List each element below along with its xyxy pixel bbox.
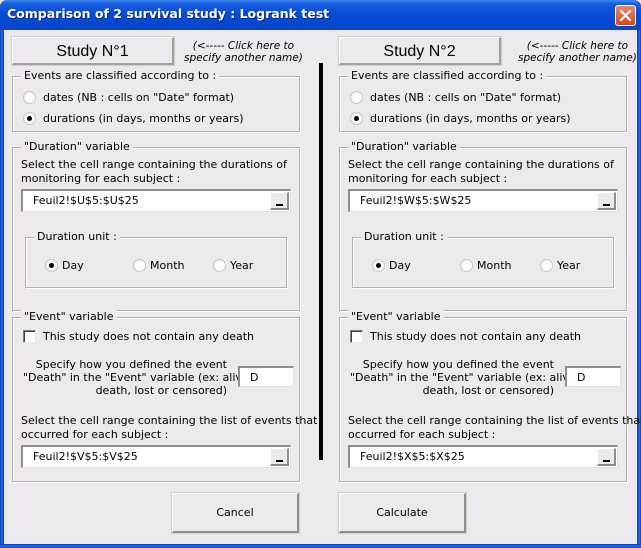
dialog-window: Comparison of 2 survival study : Logrank… — [0, 0, 641, 548]
study-1-duration-unit-group: Duration unit : Day Month Year — [25, 230, 287, 288]
study-2-duration-range-field — [348, 189, 618, 212]
duration-group-label: "Duration" variable — [348, 140, 460, 153]
duration-instruction-line-1: Select the cell range containing the dur… — [21, 158, 287, 171]
radio-dates-label: dates (NB : cells on "Date" format) — [43, 91, 235, 104]
collapse-dialog-icon — [603, 204, 610, 206]
study-2-classification-group: Events are classified according to : dat… — [339, 69, 627, 132]
study-2-name-button[interactable]: Study N°2 — [338, 36, 502, 66]
calculate-button[interactable]: Calculate — [338, 492, 467, 534]
window-frame-bottom — [0, 544, 641, 548]
collapse-dialog-icon — [603, 460, 610, 462]
study-2-radio-dates[interactable] — [350, 91, 363, 104]
study-1-radio-day[interactable] — [45, 259, 58, 272]
radio-day-label: Day — [62, 259, 84, 272]
study-1-duration-range-input[interactable] — [23, 191, 269, 210]
death-def-line-2: "Death" in the "Event" variable (ex: ali… — [23, 371, 253, 384]
study-2-event-group: "Event" variable This study does not con… — [339, 310, 641, 482]
study-1-duration-group: "Duration" variable Select the cell rang… — [12, 140, 300, 311]
study-2-events-range-field — [348, 445, 618, 468]
death-def-line-2: "Death" in the "Event" variable (ex: ali… — [350, 371, 580, 384]
collapse-dialog-icon — [276, 460, 283, 462]
events-instruction-line-1: Select the cell range containing the lis… — [348, 414, 641, 427]
no-death-checkbox-label: This study does not contain any death — [43, 330, 255, 343]
study-2-death-definition-label: Specify how you defined the event "Death… — [350, 358, 580, 397]
study-1-events-range-input[interactable] — [23, 447, 269, 466]
study-2-name-hint: (<----- Click here to specify another na… — [518, 40, 637, 64]
duration-group-label: "Duration" variable — [21, 140, 133, 153]
study-1-death-definition-label: Specify how you defined the event "Death… — [23, 358, 253, 397]
duration-instruction-line-2: monitoring for each subject : — [21, 172, 181, 185]
study-separator — [319, 63, 323, 460]
dialog-client-area: Study N°1 (<----- Click here to specify … — [4, 30, 641, 544]
study-2-duration-unit-group: Duration unit : Day Month Year — [352, 230, 614, 288]
study-2-events-range-collapse-button[interactable] — [597, 448, 616, 466]
classification-group-label: Events are classified according to : — [21, 69, 220, 82]
hint-line-1: (<----- Click here to — [526, 40, 629, 52]
radio-day-label: Day — [389, 259, 411, 272]
cancel-button[interactable]: Cancel — [171, 492, 300, 534]
radio-dates-label: dates (NB : cells on "Date" format) — [370, 91, 562, 104]
close-x-icon — [619, 9, 632, 22]
study-1-events-range-collapse-button[interactable] — [270, 448, 289, 466]
study-2-radio-day[interactable] — [372, 259, 385, 272]
radio-month-label: Month — [477, 259, 512, 272]
window-frame-right — [637, 30, 641, 548]
duration-instruction-line-1: Select the cell range containing the dur… — [348, 158, 614, 171]
study-2-events-range-input[interactable] — [350, 447, 596, 466]
study-2-death-code-input[interactable] — [565, 366, 621, 387]
radio-year-label: Year — [230, 259, 254, 272]
study-1-radio-dates[interactable] — [23, 91, 36, 104]
event-group-label: "Event" variable — [21, 310, 117, 323]
hint-line-1: (<----- Click here to — [192, 40, 295, 52]
study-1-radio-year[interactable] — [213, 259, 226, 272]
hint-line-2: specify another name) — [184, 52, 303, 64]
collapse-dialog-icon — [276, 204, 283, 206]
study-1-name-button[interactable]: Study N°1 — [11, 36, 175, 66]
duration-instruction-line-2: monitoring for each subject : — [348, 172, 508, 185]
study-2-radio-year[interactable] — [540, 259, 553, 272]
death-def-line-3: death, lost or censored) — [95, 384, 227, 397]
no-death-checkbox-label: This study does not contain any death — [370, 330, 582, 343]
study-1-classification-group: Events are classified according to : dat… — [12, 69, 300, 132]
radio-month-label: Month — [150, 259, 185, 272]
study-1-events-range-field — [21, 445, 291, 468]
death-def-line-1: Specify how you defined the event — [362, 358, 554, 371]
study-1-radio-durations[interactable] — [23, 112, 36, 125]
study-2-duration-group: "Duration" variable Select the cell rang… — [339, 140, 627, 311]
duration-unit-label: Duration unit : — [361, 230, 447, 243]
radio-durations-label: durations (in days, months or years) — [43, 112, 244, 125]
close-button[interactable] — [615, 5, 636, 26]
study-1-duration-range-field — [21, 189, 291, 212]
study-2-radio-durations[interactable] — [350, 112, 363, 125]
study-1-radio-month[interactable] — [133, 259, 146, 272]
study-1-name-hint: (<----- Click here to specify another na… — [184, 40, 303, 64]
hint-line-2: specify another name) — [518, 52, 637, 64]
study-1-event-group: "Event" variable This study does not con… — [12, 310, 317, 482]
window-title: Comparison of 2 survival study : Logrank… — [7, 6, 330, 21]
duration-unit-label: Duration unit : — [34, 230, 120, 243]
study-2-duration-range-input[interactable] — [350, 191, 596, 210]
events-instruction-line-2: occurred for each subject : — [21, 428, 169, 441]
study-1-no-death-checkbox[interactable] — [23, 330, 36, 343]
study-2-no-death-checkbox[interactable] — [350, 330, 363, 343]
radio-year-label: Year — [557, 259, 581, 272]
classification-group-label: Events are classified according to : — [348, 69, 547, 82]
events-instruction-line-1: Select the cell range containing the lis… — [21, 414, 318, 427]
death-def-line-1: Specify how you defined the event — [35, 358, 227, 371]
study-1-death-code-input[interactable] — [238, 366, 294, 387]
event-group-label: "Event" variable — [348, 310, 444, 323]
death-def-line-3: death, lost or censored) — [422, 384, 554, 397]
events-instruction-line-2: occurred for each subject : — [348, 428, 496, 441]
title-bar[interactable]: Comparison of 2 survival study : Logrank… — [0, 0, 641, 30]
study-2-radio-month[interactable] — [460, 259, 473, 272]
radio-durations-label: durations (in days, months or years) — [370, 112, 571, 125]
study-1-duration-range-collapse-button[interactable] — [270, 192, 289, 210]
study-2-duration-range-collapse-button[interactable] — [597, 192, 616, 210]
